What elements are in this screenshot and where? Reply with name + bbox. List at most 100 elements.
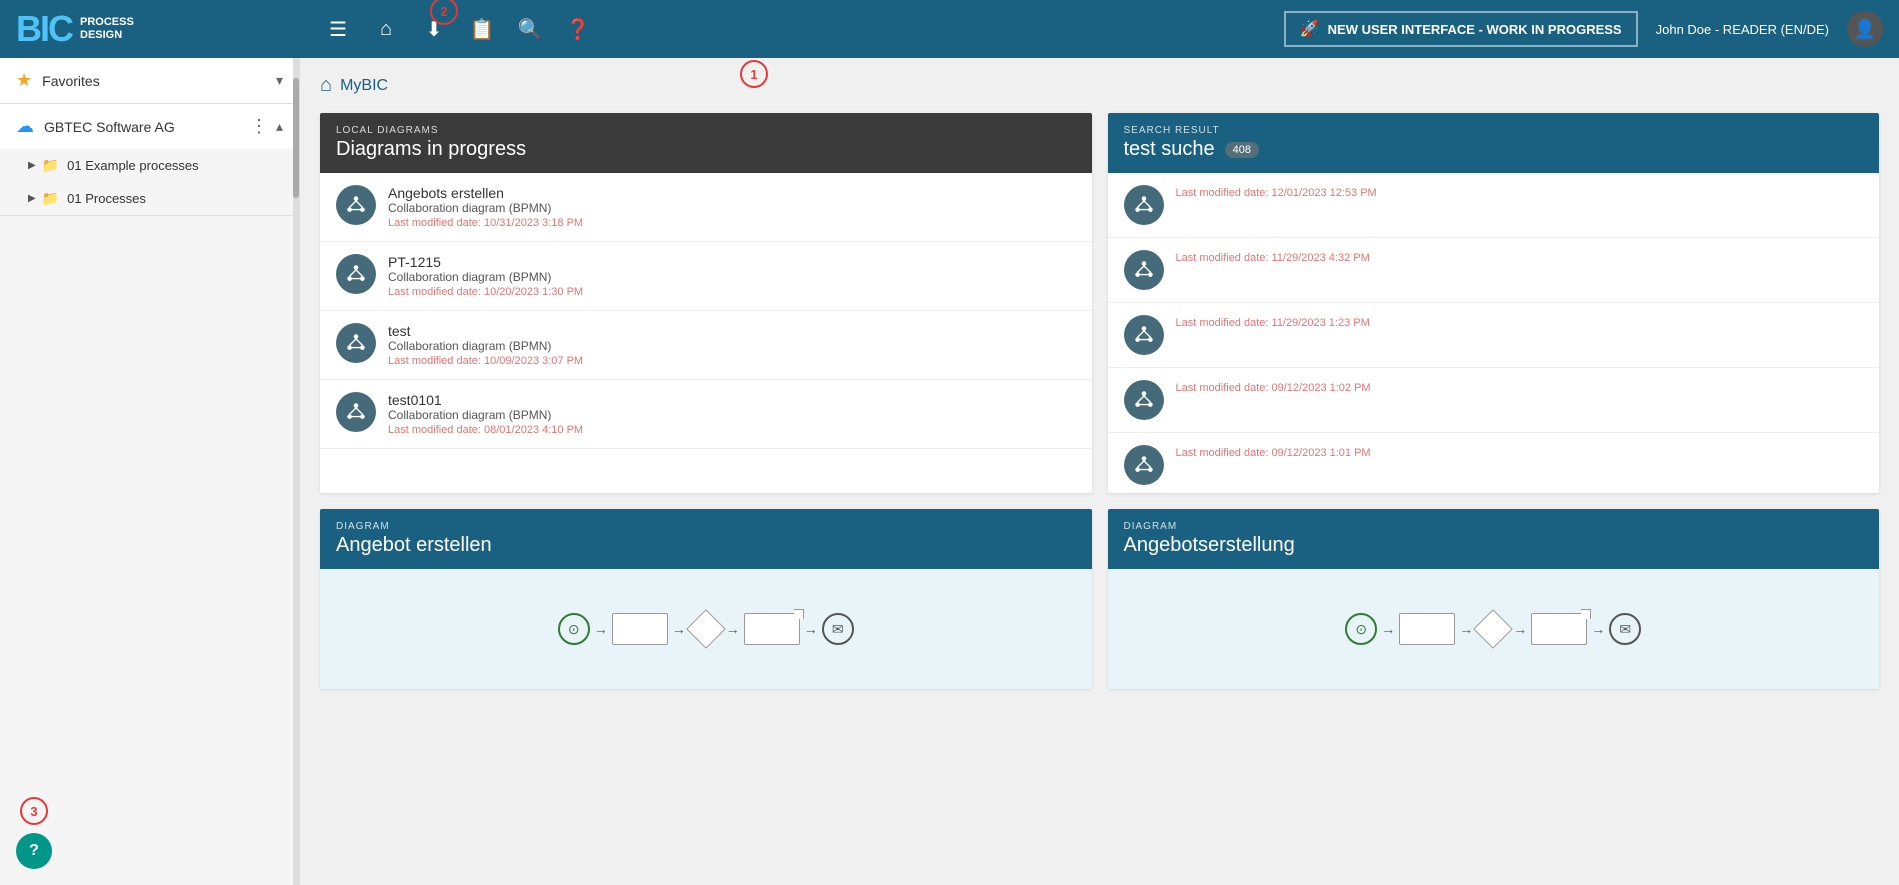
diagram-icon xyxy=(1124,315,1164,355)
main-layout: ★ Favorites ▾ ☁ GBTEC Software AG ⋮ ▴ ▶ … xyxy=(0,58,1899,885)
logo-text: PROCESS DESIGN xyxy=(80,16,134,42)
card-title: Angebotserstellung xyxy=(1124,534,1864,557)
diagram-info: Angebots erstellen Collaboration diagram… xyxy=(388,185,1076,229)
flow-task xyxy=(612,613,668,645)
diagram-info: Last modified date: 11/29/2023 1:23 PM xyxy=(1176,315,1864,329)
favorites-header[interactable]: ★ Favorites ▾ xyxy=(0,58,299,103)
list-item[interactable]: Last modified date: 11/29/2023 1:23 PM xyxy=(1108,303,1880,368)
cards-grid: LOCAL DIAGRAMS Diagrams in progress Ange… xyxy=(320,113,1879,689)
cloud-icon: ☁ xyxy=(16,116,34,137)
clipboard-icon[interactable]: 📋 xyxy=(468,15,496,43)
flow-gateway xyxy=(1473,609,1513,649)
diagram-info: test Collaboration diagram (BPMN) Last m… xyxy=(388,323,1076,367)
tree-item-label: 01 Example processes xyxy=(67,158,199,173)
diagram-icon xyxy=(1124,185,1164,225)
favorites-section: ★ Favorites ▾ xyxy=(0,58,299,104)
diagram-type: Collaboration diagram (BPMN) xyxy=(388,201,1076,215)
flow-start-event: ⊙ xyxy=(1345,613,1377,645)
card-subtitle: DIAGRAM xyxy=(336,521,1076,532)
star-icon: ★ xyxy=(16,70,32,91)
list-item[interactable]: test0101 Collaboration diagram (BPMN) La… xyxy=(320,380,1092,449)
diagram-name: test0101 xyxy=(388,392,1076,408)
flow-gateway xyxy=(686,609,726,649)
list-item[interactable]: Last modified date: 12/01/2023 12:53 PM xyxy=(1108,173,1880,238)
card-subtitle: DIAGRAM xyxy=(1124,521,1864,532)
flow-task xyxy=(744,613,800,645)
diagram-type: Collaboration diagram (BPMN) xyxy=(388,408,1076,422)
flow-arrow: → xyxy=(726,621,740,637)
breadcrumb-home-icon: ⌂ xyxy=(320,74,332,97)
flow-arrow: → xyxy=(594,621,608,637)
favorites-label: Favorites xyxy=(42,73,276,89)
diagram-name: test xyxy=(388,323,1076,339)
sidebar-item-example-processes[interactable]: ▶ 📁 01 Example processes xyxy=(0,149,299,182)
count-badge: 408 xyxy=(1225,142,1259,158)
help-icon[interactable]: ❓ xyxy=(564,15,592,43)
search-result-body: Last modified date: 12/01/2023 12:53 PM … xyxy=(1108,173,1880,493)
bic-logo: BIC xyxy=(16,8,72,50)
help-teal-button[interactable]: ? xyxy=(16,833,52,869)
chevron-up-icon: ▴ xyxy=(276,118,283,135)
rocket-icon: 🚀 xyxy=(1300,19,1320,39)
user-info: John Doe - READER (EN/DE) xyxy=(1656,22,1829,37)
diagram-canvas-2: ⊙ → → → → ✉ xyxy=(1108,569,1880,689)
flow-end-event: ✉ xyxy=(1609,613,1641,645)
diagram-info: Last modified date: 12/01/2023 12:53 PM xyxy=(1176,185,1864,199)
list-item[interactable]: Last modified date: 11/29/2023 4:32 PM xyxy=(1108,238,1880,303)
scrollbar-thumb xyxy=(293,78,299,198)
diagram-icon xyxy=(1124,380,1164,420)
diagram-date: Last modified date: 08/01/2023 4:10 PM xyxy=(388,424,1076,436)
content-area: ⌂ MyBIC 1 LOCAL DIAGRAMS Diagrams in pro… xyxy=(300,58,1899,885)
diagram-card1-header: DIAGRAM Angebot erstellen xyxy=(320,509,1092,569)
org-section: ☁ GBTEC Software AG ⋮ ▴ ▶ 📁 01 Example p… xyxy=(0,104,299,216)
search-icon[interactable]: 🔍 xyxy=(516,15,544,43)
diagram-date: Last modified date: 11/29/2023 4:32 PM xyxy=(1176,252,1864,264)
diagram-date: Last modified date: 11/29/2023 1:23 PM xyxy=(1176,317,1864,329)
avatar[interactable]: 👤 xyxy=(1847,11,1883,47)
expand-arrow-icon: ▶ xyxy=(28,193,36,204)
download-icon[interactable]: ⬇ 2 xyxy=(420,15,448,43)
flow-arrow: → xyxy=(1591,621,1605,637)
local-diagrams-card: LOCAL DIAGRAMS Diagrams in progress Ange… xyxy=(320,113,1092,493)
folder-icon: 📁 xyxy=(42,190,59,207)
card-subtitle: SEARCH RESULT xyxy=(1124,125,1864,136)
diagram-date: Last modified date: 09/12/2023 1:02 PM xyxy=(1176,382,1864,394)
list-item[interactable]: Last modified date: 09/12/2023 1:01 PM xyxy=(1108,433,1880,493)
diagram-card2-header: DIAGRAM Angebotserstellung xyxy=(1108,509,1880,569)
list-item[interactable]: test Collaboration diagram (BPMN) Last m… xyxy=(320,311,1092,380)
diagram-type: Collaboration diagram (BPMN) xyxy=(388,339,1076,353)
diagram-info: Last modified date: 11/29/2023 4:32 PM xyxy=(1176,250,1864,264)
diagram-name: PT-1215 xyxy=(388,254,1076,270)
annotation-badge-2: 2 xyxy=(430,0,458,25)
flow-arrow: → xyxy=(1459,621,1473,637)
diagram-info: test0101 Collaboration diagram (BPMN) La… xyxy=(388,392,1076,436)
sidebar-scrollbar[interactable] xyxy=(293,58,299,885)
diagram-name: Angebots erstellen xyxy=(388,185,1076,201)
menu-icon[interactable]: ☰ xyxy=(324,15,352,43)
top-navigation: BIC PROCESS DESIGN ☰ ⌂ ⬇ 2 📋 🔍 ❓ 🚀 NEW U… xyxy=(0,0,1899,58)
diagram-type: Collaboration diagram (BPMN) xyxy=(388,270,1076,284)
flow-start-event: ⊙ xyxy=(558,613,590,645)
org-header[interactable]: ☁ GBTEC Software AG ⋮ ▴ xyxy=(0,104,299,149)
search-result-card: SEARCH RESULT test suche 408 Last modif xyxy=(1108,113,1880,493)
list-item[interactable]: PT-1215 Collaboration diagram (BPMN) Las… xyxy=(320,242,1092,311)
more-options-icon[interactable]: ⋮ xyxy=(250,116,268,137)
flow-arrow: → xyxy=(1381,621,1395,637)
annotation-badge-3: 3 xyxy=(20,797,48,825)
list-item[interactable]: Last modified date: 09/12/2023 1:02 PM xyxy=(1108,368,1880,433)
breadcrumb: ⌂ MyBIC 1 xyxy=(320,74,1879,97)
nav-icons: ☰ ⌂ ⬇ 2 📋 🔍 ❓ xyxy=(324,15,1266,43)
diagram-card-2: DIAGRAM Angebotserstellung ⊙ → → → xyxy=(1108,509,1880,689)
sidebar-bottom: ? xyxy=(0,817,299,885)
search-result-header: SEARCH RESULT test suche 408 xyxy=(1108,113,1880,173)
new-ui-button[interactable]: 🚀 NEW USER INTERFACE - WORK IN PROGRESS xyxy=(1284,11,1638,47)
sidebar-item-processes[interactable]: ▶ 📁 01 Processes xyxy=(0,182,299,215)
card-subtitle: LOCAL DIAGRAMS xyxy=(336,125,1076,136)
home-icon[interactable]: ⌂ xyxy=(372,15,400,43)
list-item[interactable]: Angebots erstellen Collaboration diagram… xyxy=(320,173,1092,242)
card-title-row: test suche 408 xyxy=(1124,138,1864,161)
diagram-icon xyxy=(1124,445,1164,485)
diagram-date: Last modified date: 10/20/2023 1:30 PM xyxy=(388,286,1076,298)
flow-diagram: ⊙ → → → → ✉ xyxy=(558,613,854,645)
breadcrumb-label: MyBIC xyxy=(340,77,388,95)
